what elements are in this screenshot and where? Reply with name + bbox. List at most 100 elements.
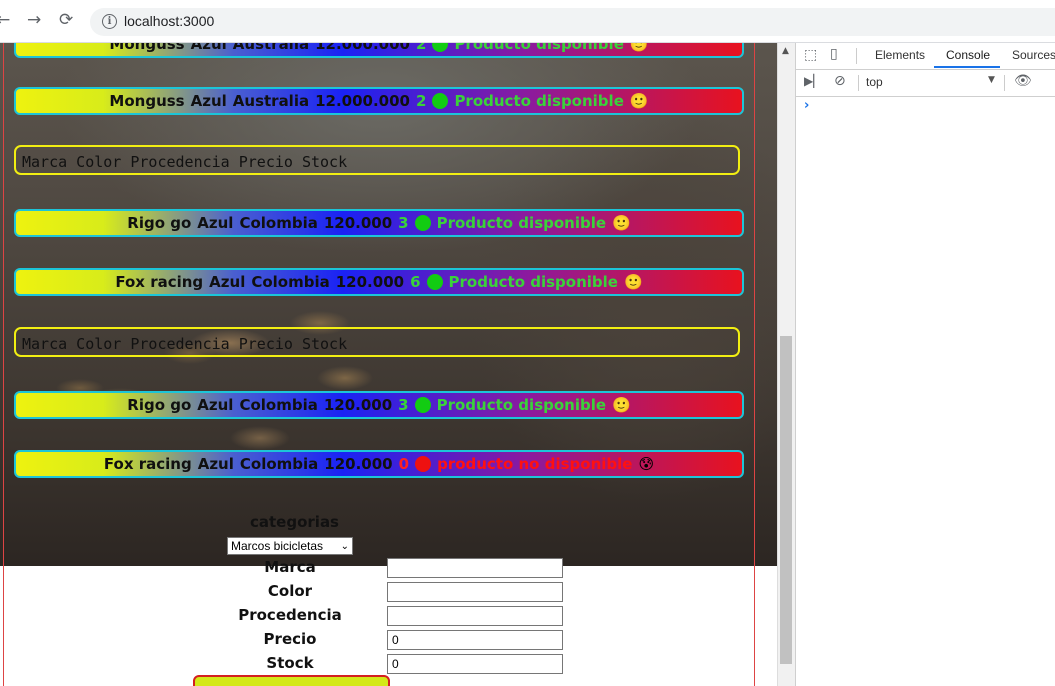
smile-emoji-icon: 🙂 [612,396,631,414]
console-prompt[interactable]: › [804,98,809,113]
product-color: Azul [190,92,227,110]
sidebar-toggle-icon[interactable]: ▶▏ [804,74,822,88]
product-precio: 12.000.000 [315,43,410,53]
product-color: Azul [190,43,227,53]
marca-input[interactable] [387,558,563,578]
available-dot-icon [414,215,431,231]
address-bar[interactable]: i localhost:3000 [90,8,1055,36]
separator [1004,75,1005,91]
product-row: Fox racing Azul Colombia 120.000 6 Producto d… [14,268,744,296]
table-header-row: Marca Color Procedencia Precio Stock [14,327,740,357]
product-precio: 120.000 [323,396,393,414]
scrollbar-thumb[interactable] [780,336,792,664]
product-row: Rigo go Azul Colombia 120.000 3 Producto disp… [14,391,744,419]
precio-label: Precio [263,630,317,648]
product-stock: 6 [410,273,421,291]
product-row: Fox racing Azul Colombia 120.000 0 producto n… [14,450,744,478]
product-precio: 120.000 [335,273,405,291]
product-marca: Rigo go [127,396,192,414]
product-row: Monguss Azul Australia 12.000.000 2 Producto … [14,87,744,115]
product-procedencia: Colombia [239,396,318,414]
separator [858,75,859,91]
available-dot-icon [432,43,449,52]
product-color: Azul [197,455,234,473]
product-procedencia: Colombia [239,214,318,232]
smile-emoji-icon: 🙂 [629,43,649,53]
inspect-element-icon[interactable]: ⬚ [804,47,817,63]
product-status: Producto disponible [454,43,624,53]
product-stock: 3 [398,214,409,232]
smile-emoji-icon: 🙂 [629,92,649,110]
product-status: Producto disponible [436,214,607,232]
product-marca: Monguss [109,43,185,53]
product-precio: 120.000 [324,455,393,473]
product-row: Monguss Azul Australia 12.000.000 2 Producto … [14,43,744,58]
product-marca: Rigo go [127,214,192,232]
available-dot-icon [414,397,431,413]
product-stock: 3 [398,396,409,414]
product-status: producto no disponible [437,455,633,473]
product-stock: 0 [398,455,410,473]
product-status: Producto disponible [436,396,607,414]
site-info-icon[interactable]: i [102,14,117,29]
clear-console-icon[interactable]: ⊘ [834,73,846,89]
available-dot-icon [432,93,449,109]
product-status: Producto disponible [454,92,624,110]
submit-button[interactable] [193,675,390,686]
category-select-value: Marcos bicicletas [231,539,324,553]
product-procedencia: Australia [232,43,310,53]
scroll-up-icon[interactable]: ▲ [782,46,789,56]
product-status: Producto disponible [448,273,618,291]
forward-icon[interactable]: → [27,10,41,30]
product-row: Rigo go Azul Colombia 120.000 3 Producto disp… [14,209,744,237]
smile-emoji-icon: 🙂 [612,214,631,232]
page-border-left [3,43,4,686]
tab-console[interactable]: Console [946,48,990,62]
product-marca: Fox racing [115,273,204,291]
tab-sources[interactable]: Sources [1012,48,1055,62]
stock-label: Stock [266,654,314,672]
product-color: Azul [197,396,234,414]
precio-input[interactable] [387,630,563,650]
page-scrollbar[interactable]: ▲ [777,43,795,686]
product-color: Azul [209,273,246,291]
procedencia-input[interactable] [387,606,563,626]
context-selector[interactable]: top [866,75,883,89]
product-procedencia: Australia [232,92,310,110]
product-procedencia: Colombia [239,455,319,473]
product-stock: 2 [416,92,427,110]
color-input[interactable] [387,582,563,602]
url-text[interactable]: localhost:3000 [124,13,214,29]
device-toolbar-icon[interactable]: ▯ [830,46,838,62]
product-color: Azul [197,214,234,232]
available-dot-icon [426,274,443,290]
active-tab-indicator [934,66,1000,68]
smile-emoji-icon: 🙂 [623,273,643,291]
product-precio: 120.000 [323,214,393,232]
categories-title: categorias [250,513,339,531]
page-viewport: Monguss Azul Australia 12.000.000 2 Producto … [0,43,777,686]
eye-icon[interactable]: 👁 [1014,73,1032,89]
product-marca: Monguss [109,92,185,110]
product-stock: 2 [416,43,427,53]
console-toolbar: ▶▏ ⊘ top ▼ 👁 [796,70,1055,97]
product-marca: Fox racing [103,455,192,473]
back-icon[interactable]: ← [0,10,10,30]
category-select[interactable]: Marcos bicicletas ⌄ [227,537,353,555]
stock-input[interactable] [387,654,563,674]
caret-down-icon[interactable]: ▼ [988,75,995,85]
browser-toolbar: ← → ⟳ i localhost:3000 [0,0,1055,43]
color-label: Color [267,582,313,600]
devtools-tabbar: ⬚ ▯ Elements Console Sources [796,43,1055,70]
page-border-right [754,43,755,686]
procedencia-label: Procedencia [238,606,342,624]
tab-elements[interactable]: Elements [875,48,925,62]
unavailable-dot-icon [415,456,432,472]
anxious-emoji-icon: 😰 [638,455,655,473]
devtools-panel: ⬚ ▯ Elements Console Sources ▶▏ ⊘ top ▼ … [795,43,1055,686]
product-procedencia: Colombia [251,273,330,291]
chevron-down-icon: ⌄ [340,541,349,552]
table-header-row: Marca Color Procedencia Precio Stock [14,145,740,175]
background-image [0,43,777,566]
reload-icon[interactable]: ⟳ [59,10,73,30]
